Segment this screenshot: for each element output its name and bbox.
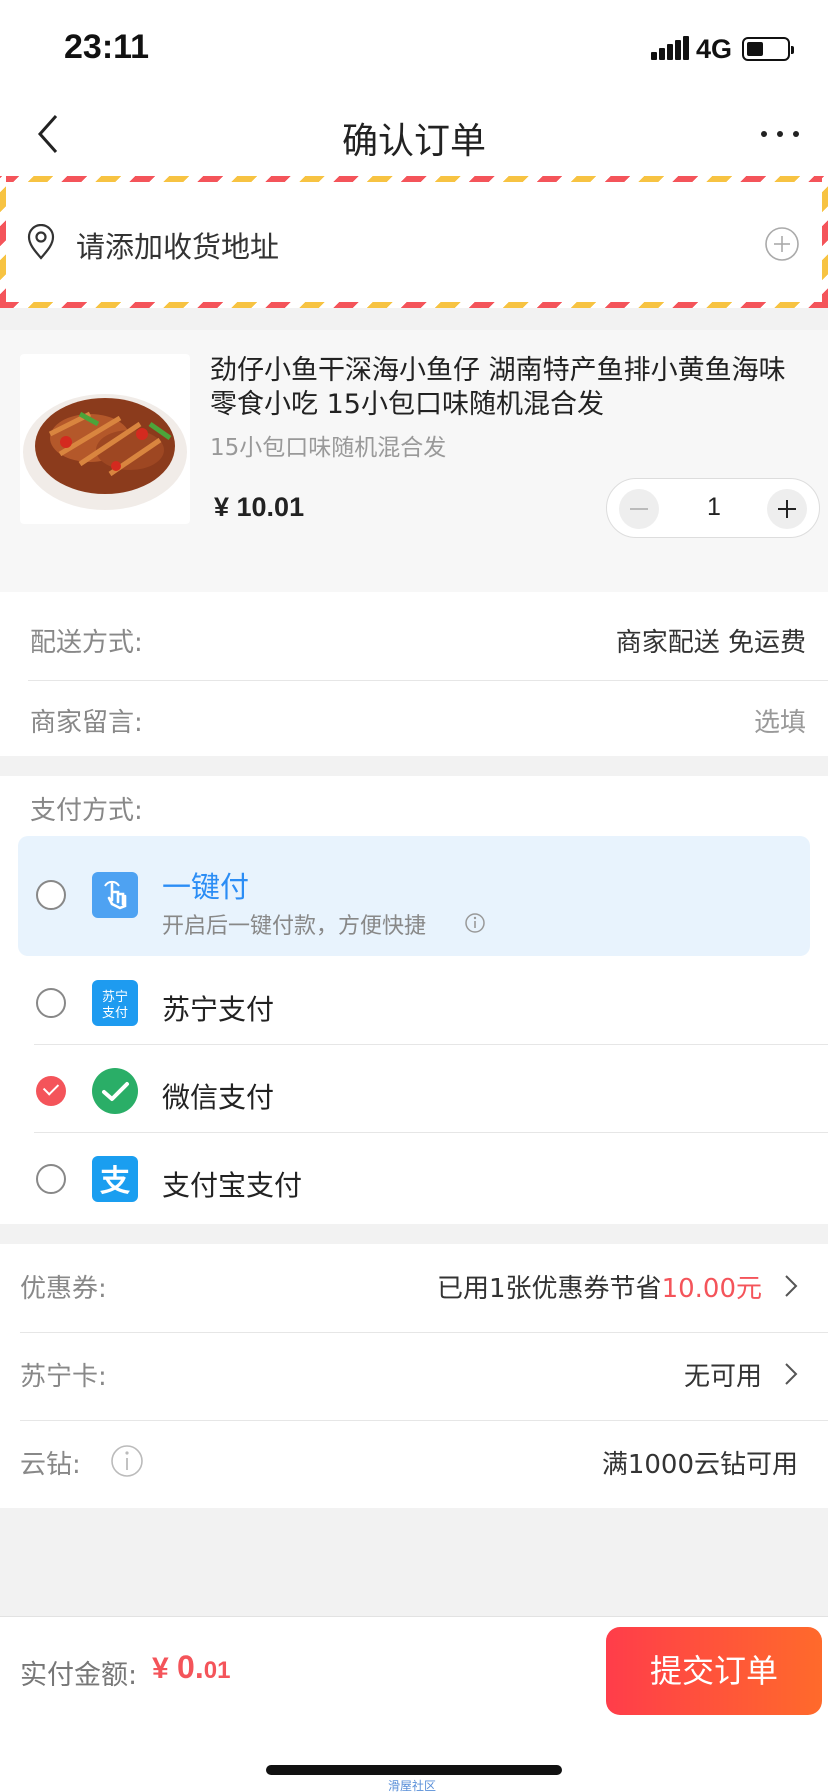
network-type: 4G [696,34,733,64]
quantity-stepper: 1 [606,478,820,538]
battery-icon [742,37,794,61]
watermark: 滑屋社区 [388,1779,437,1792]
checkout-bar: 实付金额: ¥ 0.01 提交订单 滑屋社区 [0,1616,828,1792]
total-currency: ¥ [152,1652,169,1685]
more-icon[interactable] [756,116,804,152]
status-bar: 23:11 4G [0,0,828,92]
payment-option-wechat[interactable]: 微信支付 [18,1052,810,1132]
suning-card-value[interactable]: 无可用 [684,1356,762,1393]
nav-bar: 确认订单 [0,92,828,176]
address-border [0,176,828,182]
alipay-icon: 支 [92,1156,138,1202]
payment-option-alipay[interactable]: 支 支付宝支付 [18,1140,810,1220]
product-spec: 15小包口味随机混合发 [210,435,447,461]
product-price: ¥ 10.01 [214,492,305,522]
suning-radio[interactable] [36,988,66,1018]
payment-option-oneclick[interactable]: 一键付 开启后一键付款，方便快捷 [18,836,810,956]
product-title: 劲仔小鱼干深海小鱼仔 湖南特产鱼排小黄鱼海味零食小吃 15小包口味随机混合发 [210,355,786,420]
suning-pay-icon: 苏宁 支付 [92,980,138,1026]
discount-section: 优惠券: 已用1张优惠券节省10.00元 苏宁卡: 无可用 云钻: 满1000云… [0,1244,828,1508]
delivery-section: 配送方式: 商家配送 免运费 商家留言: 选填 [0,592,828,756]
total-label: 实付金额: [20,1660,138,1691]
delivery-method-label: 配送方式: [30,628,143,658]
cloud-diamond-label: 云钻: [20,1450,81,1480]
coupon-prefix: 已用1张优惠券节省 [437,1274,662,1304]
info-icon[interactable] [464,912,486,934]
payment-section: 支付方式: 一键付 开启后一键付款，方便快捷 苏宁 支付 苏宁支付 微信支付 支… [0,776,828,1224]
total-amount: ¥ 0.01 [152,1649,230,1686]
signal-icon [651,36,689,60]
tap-hand-icon [92,872,138,918]
svg-text:苏宁: 苏宁 [102,989,128,1005]
coupon-label: 优惠券: [20,1274,107,1304]
payment-header: 支付方式: [30,796,143,826]
oneclick-desc: 开启后一键付款，方便快捷 [162,914,427,939]
page-title: 确认订单 [341,121,486,162]
home-indicator[interactable] [266,1765,562,1775]
add-address-row[interactable]: 请添加收货地址 [0,176,828,308]
payment-option-suning[interactable]: 苏宁 支付 苏宁支付 [18,964,810,1044]
location-pin-icon [27,224,55,260]
wechat-pay-name: 微信支付 [162,1081,275,1114]
chevron-right-icon[interactable] [784,1274,798,1298]
chevron-right-icon[interactable] [784,1362,798,1386]
quantity-value[interactable]: 1 [667,493,761,522]
increase-button[interactable] [767,489,807,529]
total-decimal: 01 [203,1657,231,1684]
alipay-radio[interactable] [36,1164,66,1194]
merchant-note-label: 商家留言: [30,708,143,738]
product-card: 劲仔小鱼干深海小鱼仔 湖南特产鱼排小黄鱼海味零食小吃 15小包口味随机混合发 1… [0,330,828,592]
alipay-name: 支付宝支付 [162,1169,303,1202]
total-integer: 0. [177,1649,204,1685]
submit-order-button[interactable]: 提交订单 [606,1627,822,1715]
info-icon[interactable] [110,1444,144,1478]
status-time: 23:11 [64,28,150,66]
decrease-button[interactable] [619,489,659,529]
wechat-pay-icon [92,1068,138,1114]
oneclick-radio[interactable] [36,880,66,910]
svg-text:支付: 支付 [102,1006,128,1021]
add-circle-icon[interactable] [764,226,800,262]
suning-card-label: 苏宁卡: [20,1362,107,1392]
wechat-radio-checked[interactable] [36,1076,66,1106]
add-address-label: 请添加收货地址 [76,230,280,264]
cloud-diamond-value: 满1000云钻可用 [601,1450,798,1480]
product-image[interactable] [20,354,190,524]
oneclick-name: 一键付 [162,870,250,904]
delivery-method-value: 商家配送 免运费 [615,628,806,658]
coupon-value[interactable]: 已用1张优惠券节省10.00元 [437,1268,762,1305]
svg-text:支: 支 [100,1164,130,1199]
merchant-note-input[interactable]: 选填 [754,702,806,739]
coupon-amount: 10.00元 [661,1274,762,1304]
suning-pay-name: 苏宁支付 [162,993,275,1026]
